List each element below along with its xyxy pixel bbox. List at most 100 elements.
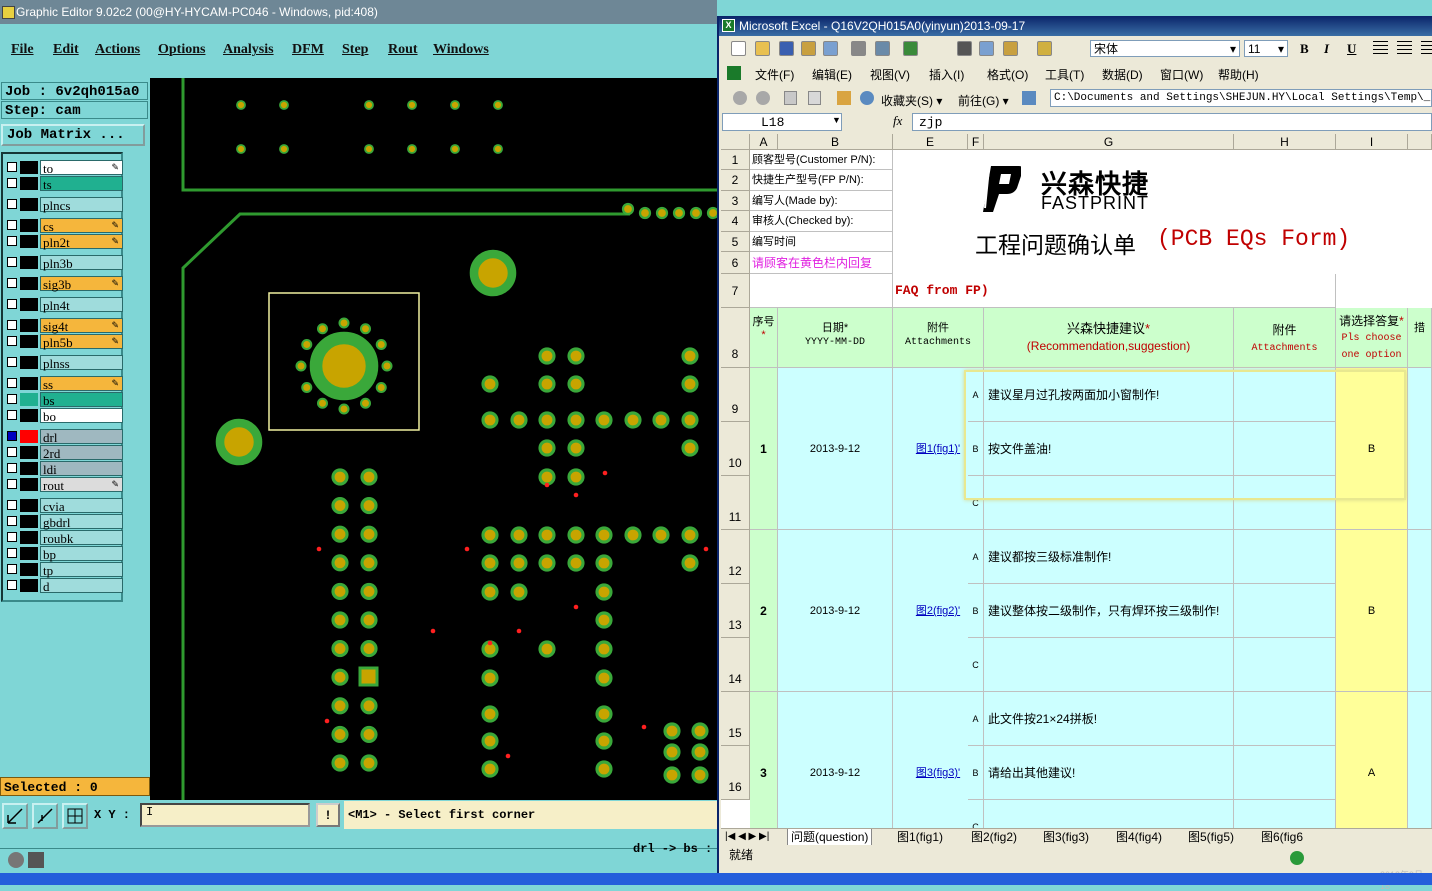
via-pad[interactable] — [331, 497, 349, 515]
menu-windows[interactable]: Windows — [433, 42, 489, 58]
option-text[interactable]: 此文件按21×24拼板! — [984, 692, 1234, 746]
question-number[interactable]: 1 — [750, 368, 778, 530]
layer-checkbox[interactable] — [7, 299, 17, 309]
via-pad[interactable] — [481, 583, 499, 601]
row-header-5[interactable]: 5 — [721, 232, 750, 252]
via-pad[interactable] — [510, 526, 528, 544]
layer-row-bs[interactable]: bs — [5, 392, 123, 408]
via-pad[interactable] — [538, 347, 556, 365]
ring-via[interactable] — [301, 338, 313, 351]
layer-color-swatch[interactable] — [20, 579, 38, 592]
via-pad[interactable] — [279, 144, 289, 154]
print-icon[interactable] — [851, 41, 866, 56]
align-right-icon[interactable] — [1421, 41, 1432, 56]
layer-row-sig4t[interactable]: sig4t ✎ — [5, 318, 123, 334]
xl-menu-tools[interactable]: 工具(T) — [1045, 66, 1084, 83]
xl-menu-view[interactable]: 视图(V) — [870, 66, 910, 83]
row-header-4[interactable]: 4 — [721, 211, 750, 232]
measure-cell[interactable] — [1408, 368, 1432, 530]
xl-menu-edit[interactable]: 编辑(E) — [812, 66, 852, 83]
new-icon[interactable] — [731, 41, 746, 56]
layer-color-swatch[interactable] — [20, 563, 38, 576]
layer-checkbox[interactable] — [7, 220, 17, 230]
via-pad[interactable] — [595, 611, 613, 629]
via-pad[interactable] — [331, 611, 349, 629]
email-icon[interactable] — [823, 41, 838, 56]
layer-row-gbdrl[interactable]: gbdrl — [5, 514, 123, 530]
forward-icon[interactable] — [756, 91, 770, 105]
via-pad[interactable] — [681, 375, 699, 393]
hdr-suggest[interactable]: 兴森快捷建议* (Recommendation,suggestion) — [984, 308, 1234, 368]
xl-menu-file[interactable]: 文件(F) — [755, 66, 794, 83]
menu-analysis[interactable]: Analysis — [223, 42, 274, 58]
xy-input[interactable]: I — [140, 803, 310, 827]
layer-name[interactable]: bs — [40, 392, 123, 408]
xl-menu-format[interactable]: 格式(O) — [987, 66, 1028, 83]
drill-hit[interactable] — [464, 546, 470, 552]
ring-via[interactable] — [381, 360, 393, 372]
font-size-select[interactable]: 11 ▾ — [1244, 40, 1288, 57]
drill-hit[interactable] — [505, 753, 511, 759]
layer-row-2rd[interactable]: 2rd — [5, 445, 123, 461]
layer-name[interactable]: pln3b — [40, 255, 123, 271]
paste-icon[interactable] — [1003, 41, 1018, 56]
via-pad[interactable] — [481, 375, 499, 393]
bold-button[interactable]: B — [1300, 41, 1309, 57]
via-pad[interactable] — [331, 525, 349, 543]
via-pad[interactable] — [681, 411, 699, 429]
layer-color-swatch[interactable] — [20, 547, 38, 560]
via-pad[interactable] — [364, 100, 374, 110]
via-pad[interactable] — [595, 411, 613, 429]
option-attachment[interactable] — [1234, 800, 1336, 829]
via-pad[interactable] — [407, 100, 417, 110]
via-pad[interactable] — [681, 554, 699, 572]
via-pad[interactable] — [360, 611, 378, 629]
align-left-icon[interactable] — [1373, 41, 1388, 56]
layer-checkbox[interactable] — [7, 410, 17, 420]
font-name-select[interactable]: 宋体 ▾ — [1090, 40, 1240, 57]
via-pad[interactable] — [481, 760, 499, 778]
xl-menu-help[interactable]: 帮助(H) — [1218, 66, 1259, 83]
via-pad[interactable] — [360, 525, 378, 543]
home-icon[interactable] — [837, 91, 851, 105]
via-pad[interactable] — [360, 640, 378, 658]
question-number[interactable]: 2 — [750, 530, 778, 692]
layer-name[interactable]: gbdrl — [40, 514, 123, 530]
layer-color-swatch[interactable] — [20, 462, 38, 475]
row-header-10[interactable]: 10 — [721, 422, 750, 476]
format-painter-icon[interactable] — [1037, 41, 1052, 56]
via-pad[interactable] — [450, 144, 460, 154]
option-attachment[interactable] — [1234, 746, 1336, 800]
layer-name[interactable]: bo — [40, 408, 123, 424]
via-pad[interactable] — [567, 439, 585, 457]
option-text[interactable]: 建议整体按二级制作，只有焊环按三级制作! — [984, 584, 1234, 638]
via-pad[interactable] — [681, 439, 699, 457]
via-pad[interactable] — [567, 375, 585, 393]
via-pad[interactable] — [595, 732, 613, 750]
layer-color-swatch[interactable] — [20, 515, 38, 528]
layer-color-swatch[interactable] — [20, 531, 38, 544]
layer-row-bo[interactable]: bo — [5, 408, 123, 424]
save-icon[interactable] — [779, 41, 794, 56]
via-pad[interactable] — [331, 754, 349, 772]
layer-checkbox[interactable] — [7, 162, 17, 172]
col-header-next[interactable] — [1408, 134, 1432, 150]
via-pad[interactable] — [331, 697, 349, 715]
center-pad[interactable] — [309, 331, 379, 401]
via-pad[interactable] — [689, 206, 703, 220]
layer-row-ldi[interactable]: ldi — [5, 461, 123, 477]
name-box[interactable]: L18 — [722, 113, 842, 131]
address-field[interactable]: C:\Documents and Settings\SHEJUN.HY\Loca… — [1050, 89, 1432, 107]
via-pad[interactable] — [681, 347, 699, 365]
via-pad[interactable] — [624, 411, 642, 429]
drill-hit[interactable] — [573, 604, 579, 610]
sheet-tab-fig6[interactable]: 图6(fig6 — [1261, 829, 1303, 845]
select-all-corner[interactable] — [721, 134, 750, 150]
layer-checkbox[interactable] — [7, 178, 17, 188]
measure-button[interactable] — [32, 803, 58, 829]
layer-row-pln5b[interactable]: pln5b ✎ — [5, 334, 123, 350]
ime-icon[interactable] — [1290, 851, 1304, 865]
via-pad[interactable] — [360, 697, 378, 715]
layer-checkbox[interactable] — [7, 580, 17, 590]
label-checked-by[interactable]: 审核人(Checked by): — [750, 211, 893, 232]
